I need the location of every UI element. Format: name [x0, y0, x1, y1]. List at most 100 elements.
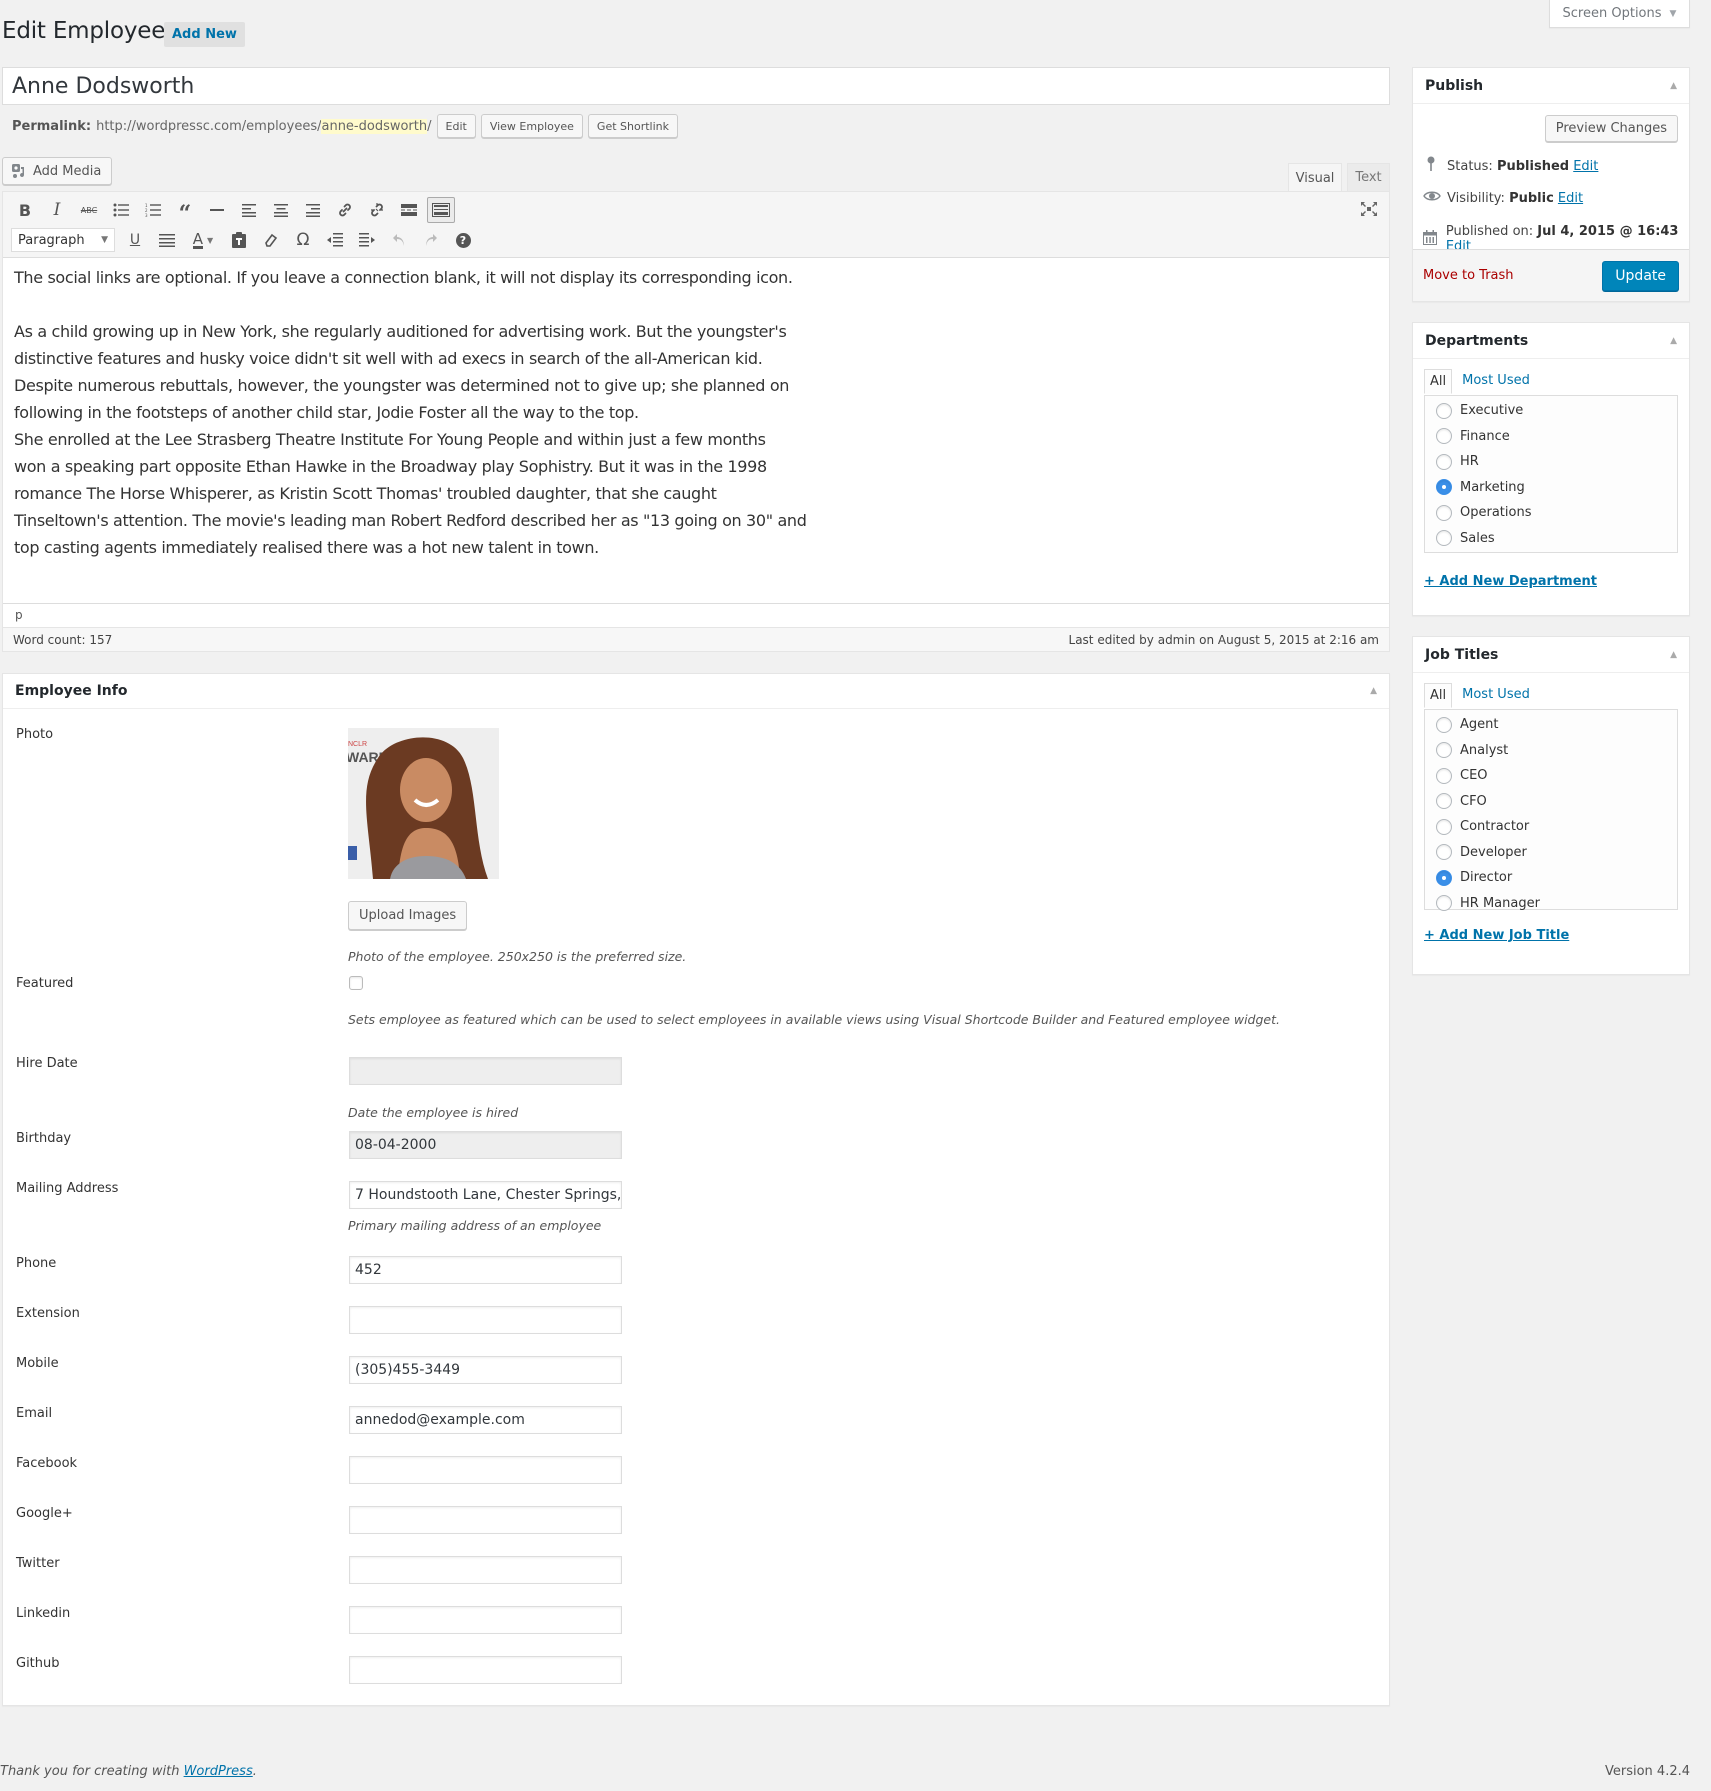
toolbar-toggle-icon[interactable] [427, 197, 455, 223]
googleplus-input[interactable] [349, 1506, 622, 1534]
update-button[interactable]: Update [1602, 260, 1679, 291]
format-select[interactable]: Paragraph ▼ [11, 228, 115, 252]
collapse-arrow-icon[interactable]: ▲ [1670, 650, 1677, 660]
edit-permalink-button[interactable]: Edit [436, 114, 476, 138]
twitter-input[interactable] [349, 1556, 622, 1584]
bulleted-list-icon[interactable] [105, 196, 137, 224]
radio-button[interactable] [1436, 742, 1452, 759]
path-element[interactable]: p [15, 608, 23, 622]
strikethrough-icon[interactable]: ABC [73, 196, 105, 224]
outdent-icon[interactable] [319, 226, 351, 254]
edit-status-link[interactable]: Edit [1573, 159, 1598, 174]
clear-formatting-icon[interactable] [255, 226, 287, 254]
indent-icon[interactable] [351, 226, 383, 254]
align-center-icon[interactable] [265, 196, 297, 224]
collapse-arrow-icon[interactable]: ▲ [1370, 686, 1377, 696]
phone-input[interactable]: 452 [349, 1256, 622, 1284]
facebook-input[interactable] [349, 1456, 622, 1484]
job-title-option[interactable]: Analyst [1425, 738, 1677, 764]
numbered-list-icon[interactable]: 123 [137, 196, 169, 224]
job-title-option[interactable]: Developer [1425, 840, 1677, 866]
job-title-option[interactable]: Agent [1425, 712, 1677, 738]
tab-visual[interactable]: Visual [1288, 163, 1342, 192]
department-option[interactable]: Executive [1425, 398, 1677, 424]
radio-button[interactable] [1436, 767, 1452, 784]
read-more-icon[interactable] [393, 196, 425, 224]
align-right-icon[interactable] [297, 196, 329, 224]
help-icon[interactable]: ? [447, 226, 479, 254]
radio-button[interactable] [1436, 530, 1452, 547]
job-title-option[interactable]: Contractor [1425, 814, 1677, 840]
radio-button[interactable] [1436, 844, 1452, 861]
move-to-trash-link[interactable]: Move to Trash [1423, 268, 1514, 283]
radio-button[interactable] [1436, 402, 1452, 419]
radio-button[interactable] [1436, 818, 1452, 835]
department-option[interactable]: Operations [1425, 500, 1677, 526]
horizontal-line-icon[interactable] [201, 196, 233, 224]
hire-date-input[interactable] [349, 1057, 622, 1085]
radio-button[interactable] [1436, 504, 1452, 521]
italic-icon[interactable]: I [41, 196, 73, 224]
mobile-input[interactable]: (305)455-3449 [349, 1356, 622, 1384]
radio-button[interactable] [1436, 793, 1452, 810]
birthday-input[interactable]: 08-04-2000 [349, 1131, 622, 1159]
screen-options-button[interactable]: Screen Options ▼ [1549, 0, 1690, 28]
upload-images-button[interactable]: Upload Images [348, 901, 468, 930]
undo-icon[interactable] [383, 226, 415, 254]
mailing-address-input[interactable]: 7 Houndstooth Lane, Chester Springs, PA [349, 1181, 622, 1209]
title-input[interactable]: Anne Dodsworth [2, 67, 1390, 105]
permalink-url[interactable]: http://wordpressc.com/employees/anne-dod… [96, 118, 432, 134]
add-new-job-title-link[interactable]: + Add New Job Title [1424, 928, 1569, 943]
radio-button[interactable] [1436, 869, 1452, 886]
bold-icon[interactable]: B [9, 196, 41, 224]
linkedin-input[interactable] [349, 1606, 622, 1634]
underline-icon[interactable]: U [119, 226, 151, 254]
tab-all[interactable]: All [1424, 683, 1453, 708]
redo-icon[interactable] [415, 226, 447, 254]
extension-input[interactable] [349, 1306, 622, 1334]
radio-button[interactable] [1436, 453, 1452, 470]
insert-link-icon[interactable] [329, 196, 361, 224]
view-employee-button[interactable]: View Employee [480, 114, 583, 138]
justify-icon[interactable] [151, 226, 183, 254]
special-character-icon[interactable]: Ω [287, 226, 319, 254]
tab-text[interactable]: Text [1347, 163, 1390, 191]
featured-checkbox[interactable] [349, 976, 363, 990]
job-title-option[interactable]: HR Manager [1425, 891, 1677, 917]
publish-header[interactable]: Publish ▲ [1413, 68, 1689, 104]
text-color-icon[interactable]: A ▼ [183, 226, 223, 254]
remove-link-icon[interactable] [361, 196, 393, 224]
wordpress-link[interactable]: WordPress [184, 1764, 253, 1779]
paste-as-text-icon[interactable] [223, 226, 255, 254]
github-input[interactable] [349, 1656, 622, 1684]
department-option[interactable]: Marketing [1425, 475, 1677, 501]
align-left-icon[interactable] [233, 196, 265, 224]
radio-button[interactable] [1436, 479, 1452, 496]
preview-changes-button[interactable]: Preview Changes [1544, 115, 1678, 142]
edit-visibility-link[interactable]: Edit [1558, 191, 1583, 206]
job-title-option[interactable]: CFO [1425, 789, 1677, 815]
radio-button[interactable] [1436, 895, 1452, 912]
tab-all[interactable]: All [1424, 369, 1453, 394]
department-option[interactable]: Finance [1425, 424, 1677, 450]
fullscreen-icon[interactable] [1355, 195, 1383, 223]
job-titles-header[interactable]: Job Titles ▲ [1413, 637, 1689, 673]
job-title-option[interactable]: CEO [1425, 763, 1677, 789]
tab-most-used[interactable]: Most Used [1452, 683, 1540, 708]
radio-button[interactable] [1436, 716, 1452, 733]
tab-most-used[interactable]: Most Used [1452, 369, 1540, 394]
collapse-arrow-icon[interactable]: ▲ [1670, 336, 1677, 346]
get-shortlink-button[interactable]: Get Shortlink [587, 114, 678, 138]
job-title-option[interactable]: Director [1425, 865, 1677, 891]
email-input[interactable]: annedod@example.com [349, 1406, 622, 1434]
department-option[interactable]: HR [1425, 449, 1677, 475]
blockquote-icon[interactable]: “ [169, 196, 201, 227]
radio-button[interactable] [1436, 428, 1452, 445]
departments-header[interactable]: Departments ▲ [1413, 323, 1689, 359]
add-media-button[interactable]: Add Media [2, 157, 113, 185]
add-new-button[interactable]: Add New [164, 22, 245, 47]
add-new-department-link[interactable]: + Add New Department [1424, 574, 1597, 589]
department-option[interactable]: Sales [1425, 526, 1677, 552]
collapse-arrow-icon[interactable]: ▲ [1670, 81, 1677, 91]
editor-content-area[interactable]: The social links are optional. If you le… [14, 258, 1378, 561]
